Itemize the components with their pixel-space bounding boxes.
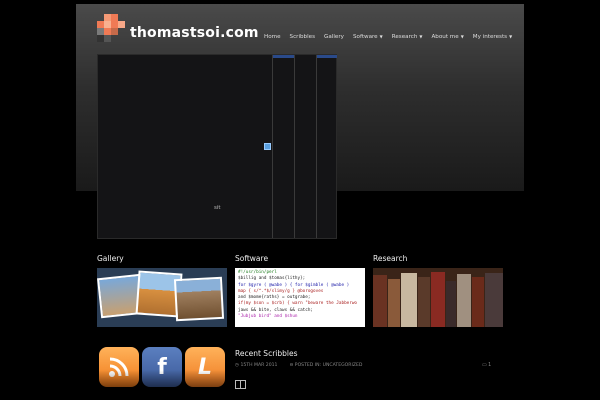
featured-slider[interactable]: sit <box>97 54 337 239</box>
gallery-thumbnail[interactable] <box>97 268 227 327</box>
social-fade-overlay <box>96 370 228 400</box>
book-spine <box>431 272 445 327</box>
nav-software[interactable]: Software ▼ <box>353 34 383 44</box>
post-date: ◷ 15TH MAR 2011 <box>235 363 278 368</box>
slider-divider <box>272 55 273 238</box>
nav-my-interests[interactable]: My interests ▼ <box>473 34 512 44</box>
post-category[interactable]: ⊖ POSTED IN: UNCATEGORIZED <box>289 363 362 368</box>
post-meta: ◷ 15TH MAR 2011 ⊖ POSTED IN: UNCATEGORIZ… <box>235 363 362 368</box>
book-spine <box>457 274 471 327</box>
site-logo-icon[interactable] <box>97 14 125 44</box>
post-thumbnail-icon[interactable] <box>235 380 246 389</box>
nav-about-me[interactable]: About me ▼ <box>431 34 463 44</box>
slider-tab[interactable] <box>273 55 294 58</box>
software-heading[interactable]: Software <box>235 254 268 263</box>
nav-home[interactable]: Home <box>264 34 281 44</box>
slider-divider <box>294 55 295 238</box>
chevron-down-icon: ▼ <box>460 34 464 39</box>
site-name[interactable]: thomastsoi.com <box>130 25 259 41</box>
slider-tab[interactable] <box>317 55 337 58</box>
comment-count[interactable]: ▭ 1 <box>482 363 491 368</box>
gallery-photo <box>173 276 225 322</box>
chevron-down-icon: ▼ <box>379 34 383 39</box>
book-spine <box>373 275 387 327</box>
chevron-down-icon: ▼ <box>509 34 513 39</box>
book-spine <box>388 279 400 327</box>
slider-caption: sit <box>214 205 221 211</box>
recent-scribbles-heading[interactable]: Recent Scribbles <box>235 349 297 358</box>
main-nav: Home Scribbles Gallery Software ▼ Researc… <box>264 34 521 44</box>
nav-research[interactable]: Research ▼ <box>392 34 423 44</box>
slider-divider <box>316 55 317 238</box>
book-spine <box>418 277 430 327</box>
chevron-down-icon: ▼ <box>419 34 423 39</box>
research-thumbnail[interactable] <box>373 268 503 327</box>
code-line: "Jubjub bird" and $shun <box>238 314 298 320</box>
nav-scribbles[interactable]: Scribbles <box>290 34 316 44</box>
research-heading[interactable]: Research <box>373 254 407 263</box>
software-thumbnail[interactable]: #!/usr/bin/perl $billig and $tomas{lithy… <box>235 268 365 327</box>
code-line: for $gyre ( @wabe ) { for $gimble ( @wab… <box>238 282 350 288</box>
code-line: if(my $son = $crb) { warn "beware the Ja… <box>238 301 357 307</box>
nav-gallery[interactable]: Gallery <box>324 34 344 44</box>
book-spine <box>446 281 456 327</box>
gallery-heading[interactable]: Gallery <box>97 254 124 263</box>
book-spine <box>401 273 417 327</box>
book-spine <box>472 277 484 327</box>
slider-image-icon[interactable] <box>264 143 271 150</box>
book-spine <box>485 273 503 327</box>
